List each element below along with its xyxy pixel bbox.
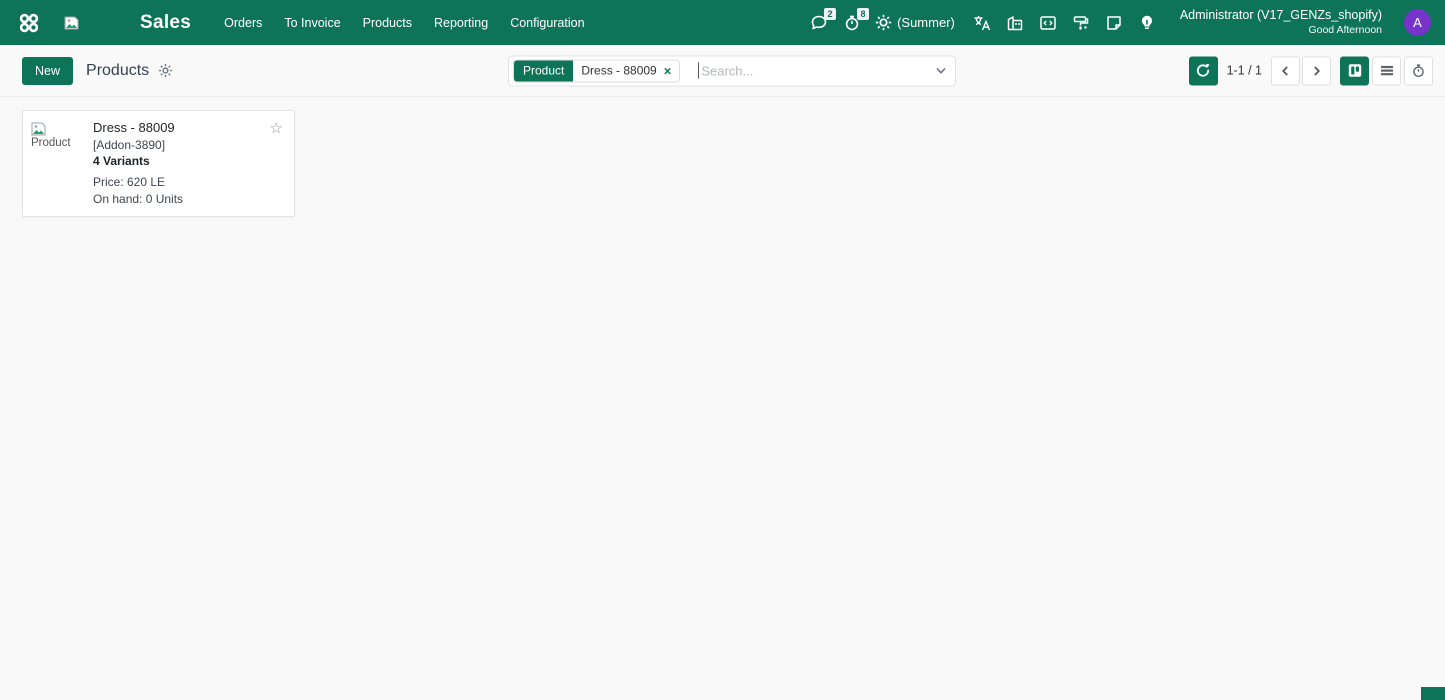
search-facet: Product Dress - 88009 × bbox=[513, 59, 680, 82]
product-price: Price: 620 LE bbox=[93, 175, 284, 189]
search-input[interactable] bbox=[699, 63, 929, 78]
user-name: Administrator (V17_GENZs_shopify) bbox=[1180, 8, 1382, 24]
menu-item-to-invoice[interactable]: To Invoice bbox=[273, 10, 351, 36]
season-selector[interactable]: (Summer) bbox=[875, 14, 955, 31]
refresh-icon bbox=[1195, 63, 1211, 79]
apps-menu-icon[interactable] bbox=[14, 8, 44, 38]
pager-range: 1-1 / 1 bbox=[1227, 64, 1262, 78]
sticky-note-icon bbox=[1105, 14, 1123, 32]
menu-item-reporting[interactable]: Reporting bbox=[423, 10, 499, 36]
facet-remove-icon[interactable]: × bbox=[664, 64, 672, 77]
facet-category: Product bbox=[514, 60, 573, 81]
translate-icon bbox=[973, 14, 991, 32]
tips-button[interactable] bbox=[1137, 13, 1157, 33]
lightbulb-icon bbox=[1138, 14, 1156, 32]
kanban-view-button[interactable] bbox=[1340, 56, 1369, 85]
list-icon bbox=[1380, 64, 1394, 78]
chevron-right-icon bbox=[1311, 65, 1322, 76]
chevron-left-icon bbox=[1280, 65, 1291, 76]
avatar[interactable]: A bbox=[1404, 9, 1431, 36]
season-label: (Summer) bbox=[897, 15, 955, 30]
image-alt-text: Product bbox=[31, 137, 85, 149]
translate-button[interactable] bbox=[972, 13, 992, 33]
user-greeting: Good Afternoon bbox=[1180, 24, 1382, 37]
broken-image-icon bbox=[31, 122, 46, 136]
notes-button[interactable] bbox=[1104, 13, 1124, 33]
main-menu: Orders To Invoice Products Reporting Con… bbox=[213, 10, 595, 36]
corner-widget[interactable] bbox=[1421, 687, 1445, 700]
product-on-hand: On hand: 0 Units bbox=[93, 192, 284, 206]
menu-item-orders[interactable]: Orders bbox=[213, 10, 273, 36]
paint-roller-button[interactable] bbox=[1071, 13, 1091, 33]
kanban-content-area: Product Dress - 88009 [Addon-3890] 4 Var… bbox=[0, 97, 1445, 700]
company-logo-broken-image-icon[interactable] bbox=[64, 15, 80, 31]
messages-button[interactable]: 2 bbox=[809, 13, 829, 33]
menu-item-products[interactable]: Products bbox=[352, 10, 423, 36]
page-settings-gear-icon[interactable] bbox=[158, 63, 173, 78]
search-expand-chevron-icon[interactable] bbox=[929, 65, 947, 77]
pager-previous-button[interactable] bbox=[1271, 56, 1300, 85]
facet-value: Dress - 88009 bbox=[581, 64, 656, 78]
paint-roller-icon bbox=[1072, 14, 1090, 32]
new-button[interactable]: New bbox=[22, 57, 73, 85]
page-title: Products bbox=[86, 62, 149, 80]
refresh-button[interactable] bbox=[1189, 56, 1218, 85]
pager-next-button[interactable] bbox=[1302, 56, 1331, 85]
code-window-icon bbox=[1039, 14, 1057, 32]
product-variants: 4 Variants bbox=[93, 154, 284, 168]
gear-icon bbox=[875, 14, 892, 31]
search-bar[interactable]: Product Dress - 88009 × bbox=[508, 55, 956, 86]
clock-icon bbox=[1411, 63, 1426, 78]
product-card[interactable]: Product Dress - 88009 [Addon-3890] 4 Var… bbox=[22, 110, 295, 217]
product-title: Dress - 88009 bbox=[93, 120, 284, 135]
building-icon bbox=[1006, 14, 1024, 32]
menu-item-configuration[interactable]: Configuration bbox=[499, 10, 595, 36]
code-editor-button[interactable] bbox=[1038, 13, 1058, 33]
control-panel: New Products Product Dress - 88009 × bbox=[0, 45, 1445, 97]
activities-badge: 8 bbox=[857, 8, 869, 20]
activities-button[interactable]: 8 bbox=[842, 13, 862, 33]
user-menu[interactable]: Administrator (V17_GENZs_shopify) Good A… bbox=[1180, 8, 1382, 37]
grid-circles-icon bbox=[18, 12, 40, 34]
activity-view-button[interactable] bbox=[1404, 56, 1433, 85]
favorite-star-icon[interactable]: ☆ bbox=[270, 121, 283, 136]
app-name[interactable]: Sales bbox=[140, 12, 191, 34]
product-image-placeholder: Product bbox=[31, 120, 85, 206]
list-view-button[interactable] bbox=[1372, 56, 1401, 85]
company-switcher-button[interactable] bbox=[1005, 13, 1025, 33]
view-switcher bbox=[1340, 56, 1433, 85]
kanban-icon bbox=[1348, 64, 1362, 78]
top-navbar: Sales Orders To Invoice Products Reporti… bbox=[0, 0, 1445, 45]
messages-badge: 2 bbox=[824, 8, 836, 20]
product-code: [Addon-3890] bbox=[93, 138, 284, 152]
